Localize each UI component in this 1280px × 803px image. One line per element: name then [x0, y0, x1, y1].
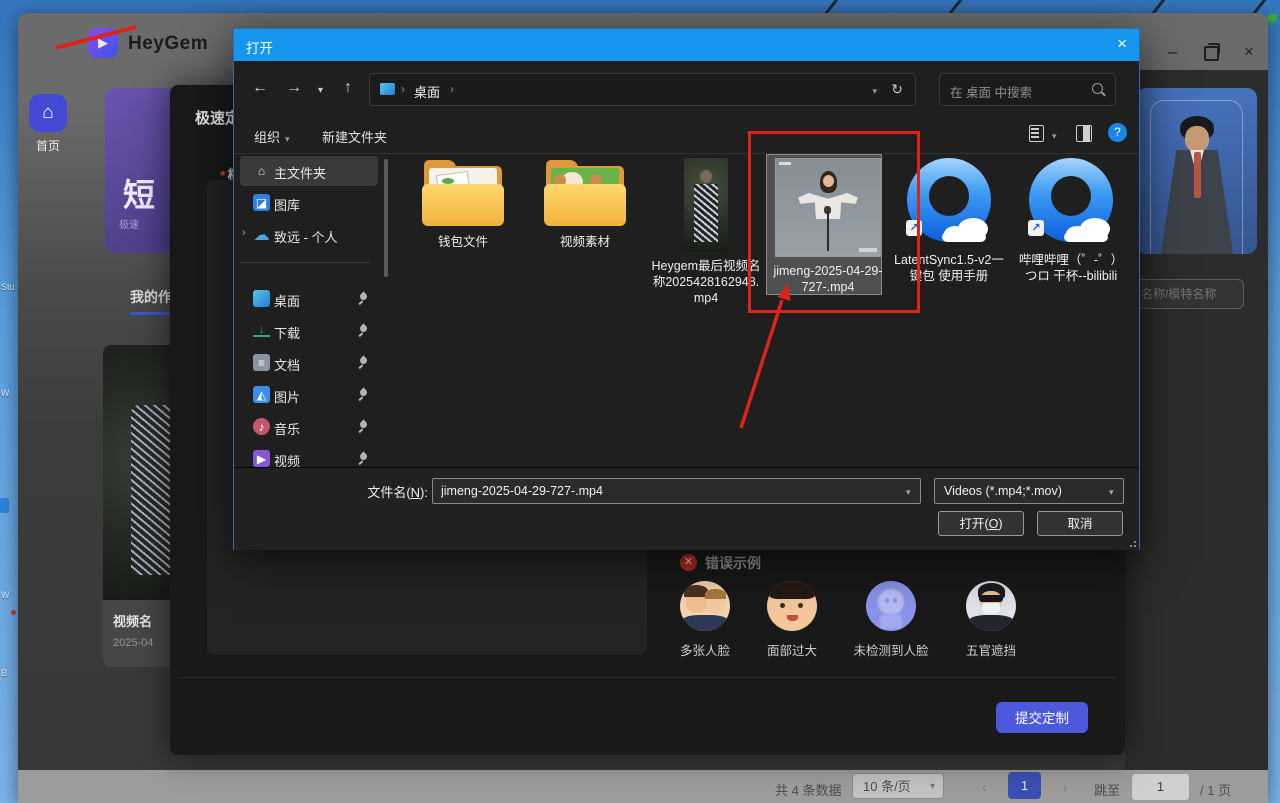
annotation-arrow	[0, 0, 1280, 803]
